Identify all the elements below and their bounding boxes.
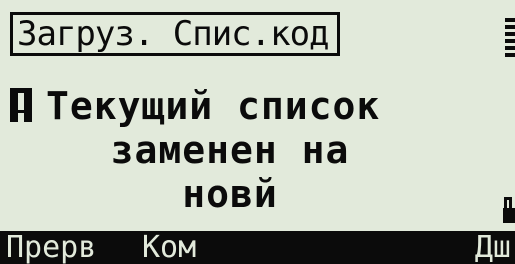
message-line-2: заменен на bbox=[110, 128, 350, 172]
device-screen: Загруз. Спис.код Текущий список заменен … bbox=[0, 0, 515, 264]
softkey-bar: Прерв Ком Дш bbox=[0, 231, 515, 264]
screen-title: Загруз. Спис.код bbox=[10, 12, 340, 56]
message-area: Текущий список заменен на новй bbox=[10, 84, 450, 216]
message-line-3: новй bbox=[182, 172, 278, 216]
softkey-abort[interactable]: Прерв bbox=[6, 231, 96, 264]
softkey-command[interactable]: Ком bbox=[142, 231, 196, 264]
battery-icon bbox=[505, 18, 515, 58]
message-text-1: Текущий список bbox=[46, 84, 381, 128]
softkey-dsh[interactable]: Дш bbox=[475, 231, 511, 264]
exclamation-icon bbox=[10, 88, 32, 122]
lock-body bbox=[503, 208, 515, 223]
lock-icon bbox=[503, 197, 515, 223]
message-line-1: Текущий список bbox=[10, 84, 450, 128]
